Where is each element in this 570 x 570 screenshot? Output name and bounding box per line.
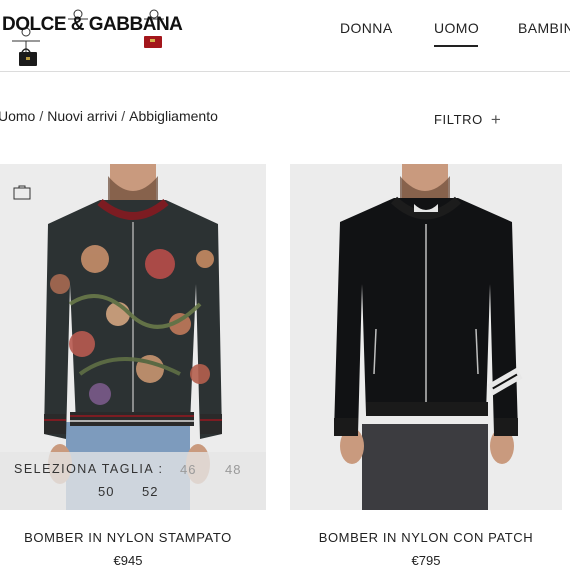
size-selector: SELEZIONA TAGLIA : 46 48 50 52 xyxy=(0,452,266,510)
nav-active-indicator xyxy=(434,45,478,47)
shopping-bag-icon[interactable] xyxy=(13,184,31,205)
nav-item-uomo[interactable]: UOMO xyxy=(434,20,479,36)
nav-item-donna[interactable]: DONNA xyxy=(340,20,393,36)
breadcrumb-item-uomo[interactable]: Uomo xyxy=(0,108,35,124)
size-option-50[interactable]: 50 xyxy=(98,484,114,499)
breadcrumb-separator: / xyxy=(39,108,44,124)
product-image-printed-bomber[interactable]: SELEZIONA TAGLIA : 46 48 50 52 xyxy=(0,164,266,510)
breadcrumb-item-nuovi-arrivi[interactable]: Nuovi arrivi xyxy=(47,108,117,124)
product-image-patch-bomber[interactable] xyxy=(290,164,562,510)
nav-item-bambino[interactable]: BAMBIN xyxy=(518,20,570,36)
plus-icon: + xyxy=(490,110,502,129)
size-option-52[interactable]: 52 xyxy=(142,484,158,499)
brand-logo[interactable]: DOLCE & GABBANA xyxy=(2,8,202,68)
patch-bomber-photo xyxy=(334,164,523,510)
breadcrumb: Uomo / Nuovi arrivi / Abbigliamento xyxy=(0,108,218,124)
filter-label: FILTRO xyxy=(434,112,483,127)
size-option-48[interactable]: 48 xyxy=(225,462,241,477)
product-price: €945 xyxy=(113,553,143,568)
size-selector-label: SELEZIONA TAGLIA : xyxy=(14,462,164,476)
product-price: €795 xyxy=(411,553,441,568)
product-name[interactable]: BOMBER IN NYLON STAMPATO xyxy=(0,530,256,545)
breadcrumb-item-abbigliamento[interactable]: Abbigliamento xyxy=(129,108,218,124)
breadcrumb-separator: / xyxy=(121,108,126,124)
filter-button[interactable]: FILTRO + xyxy=(434,111,501,128)
brand-logo-text: DOLCE & GABBANA xyxy=(2,14,183,35)
site-header: DOLCE & GABBANA DONNA UOMO BAMBIN xyxy=(0,0,570,72)
size-option-46[interactable]: 46 xyxy=(180,462,196,477)
product-name[interactable]: BOMBER IN NYLON CON PATCH xyxy=(290,530,562,545)
